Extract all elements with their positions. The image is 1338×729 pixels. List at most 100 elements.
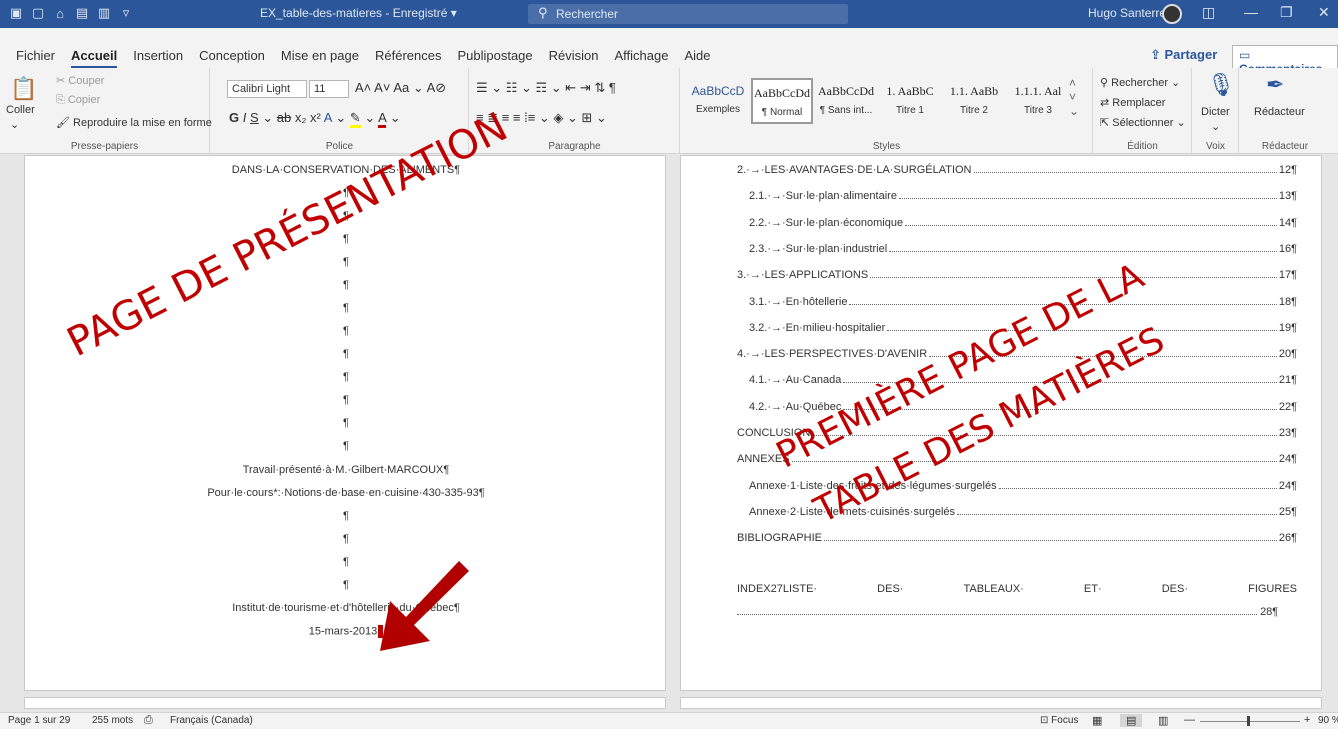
copy-button[interactable]: ⎘ Copier: [56, 94, 100, 107]
toc-last-line-word: INDEX27LISTE·: [737, 583, 818, 595]
word-count[interactable]: 255 mots: [92, 715, 133, 726]
toc-entry[interactable]: 4.·→·LES·PERSPECTIVES·D'AVENIR 20¶: [737, 348, 1297, 360]
toc-entry[interactable]: 2.2.·→·Sur·le·plan·économique 14¶: [749, 217, 1297, 229]
close-icon[interactable]: ✕: [1318, 4, 1330, 21]
tab-insertion[interactable]: Insertion: [125, 48, 191, 63]
toc-entry[interactable]: 3.·→·LES·APPLICATIONS 17¶: [737, 269, 1297, 281]
style-card[interactable]: 1.1.1. Aal Titre 3: [1007, 78, 1069, 124]
tab-révision[interactable]: Révision: [541, 48, 607, 63]
toc-leader: [957, 506, 1277, 515]
web-layout-icon[interactable]: ▥: [1158, 714, 1168, 727]
focus-label: Focus: [1051, 715, 1079, 726]
minimize-icon[interactable]: —: [1244, 4, 1258, 20]
tab-aide[interactable]: Aide: [676, 48, 718, 63]
toc-entry[interactable]: Annexe·2·Liste·de·mets·cuisinés·surgelés…: [749, 506, 1297, 518]
toc-entry[interactable]: ANNEXES 24¶: [737, 453, 1297, 465]
page-right[interactable]: 2.·→·LES·AVANTAGES·DE·LA·SURGÉLATION 12¶ 2…: [680, 155, 1322, 691]
dictate-dropdown-icon[interactable]: ⌄: [1211, 120, 1220, 133]
editor-button[interactable]: Rédacteur: [1254, 106, 1305, 118]
paragraph-mark: ¶: [343, 556, 349, 568]
style-card[interactable]: AaBbCcD Exemples: [687, 78, 749, 124]
toc-entry[interactable]: 4.2.·→·Au·Québec 22¶: [749, 401, 1297, 413]
paste-dropdown-icon[interactable]: ⌄: [10, 118, 19, 131]
zoom-level[interactable]: 90 %: [1318, 715, 1338, 726]
read-mode-icon[interactable]: ▦: [1092, 714, 1102, 727]
zoom-out-button[interactable]: —: [1184, 714, 1195, 726]
toc-entry[interactable]: 3.2.·→·En·milieu·hospitalier 19¶: [749, 322, 1297, 334]
autosave-icon[interactable]: ▣: [8, 5, 24, 21]
style-card[interactable]: AaBbCcDd ¶ Sans int...: [815, 78, 877, 124]
style-name: Titre 1: [896, 105, 924, 116]
open-icon[interactable]: ⌂: [52, 5, 68, 21]
tab-conception[interactable]: Conception: [191, 48, 273, 63]
page-next-left[interactable]: [24, 697, 666, 709]
print-layout-icon[interactable]: ▤: [1120, 714, 1143, 727]
style-card[interactable]: 1. AaBbC Titre 1: [879, 78, 941, 124]
format-painter-label: Reproduire la mise en forme: [73, 117, 212, 129]
page-count[interactable]: Page 1 sur 29: [8, 715, 70, 726]
replace-label: Remplacer: [1112, 97, 1166, 109]
font-size-select[interactable]: 11: [309, 80, 349, 98]
toc-entry-text: 2.2.·→·Sur·le·plan·économique: [749, 216, 904, 229]
save-icon[interactable]: ▤: [74, 5, 90, 21]
paragraph-mark: ¶: [343, 187, 349, 199]
tab-mise-en-page[interactable]: Mise en page: [273, 48, 367, 63]
document-area[interactable]: DANS·LA·CONSERVATION·DES·ALIMENTS¶ ¶ ¶ ¶ ¶ ¶…: [0, 104, 1338, 709]
share-label: Partager: [1164, 47, 1218, 62]
toc-entry[interactable]: Annexe·1·Liste·des·fruits·et·des·légumes…: [749, 480, 1297, 492]
avatar[interactable]: [1162, 4, 1182, 24]
language-label[interactable]: Français (Canada): [170, 715, 253, 726]
toc-entry[interactable]: 2.·→·LES·AVANTAGES·DE·LA·SURGÉLATION 12¶: [737, 164, 1297, 176]
proofing-icon[interactable]: ⎙: [144, 714, 153, 727]
maximize-icon[interactable]: ❐: [1280, 4, 1293, 21]
tab-fichier[interactable]: Fichier: [8, 48, 63, 63]
toc-entry[interactable]: 3.1.·→·En·hôtellerie 18¶: [749, 296, 1297, 308]
toc-entry[interactable]: 2.1.·→·Sur·le·plan·alimentaire 13¶: [749, 190, 1297, 202]
style-card[interactable]: 1.1. AaBb Titre 2: [943, 78, 1005, 124]
tab-références[interactable]: Références: [367, 48, 449, 63]
customize-qat-icon[interactable]: ▿: [118, 5, 134, 21]
paste-button[interactable]: Coller: [6, 104, 35, 116]
font-format-toolbar[interactable]: G I S ⌄ ab x₂ x² A ⌄ ✎ ⌄ A ⌄: [229, 110, 401, 128]
toc-entry[interactable]: 4.1.·→·Au·Canada 21¶: [749, 374, 1297, 386]
toc-entry[interactable]: 2.3.·→·Sur·le·plan·industriel 16¶: [749, 243, 1297, 255]
focus-button[interactable]: ⊡ Focus: [1040, 715, 1078, 726]
zoom-in-button[interactable]: +: [1304, 714, 1310, 726]
cut-button[interactable]: ✂ Couper: [56, 74, 104, 87]
paste-icon[interactable]: 📋: [10, 76, 37, 102]
toc-entry-page: 24¶: [1278, 479, 1297, 492]
list-buttons[interactable]: ☰ ⌄ ☷ ⌄ ☶ ⌄ ⇤ ⇥ ⇅ ¶: [476, 80, 616, 96]
user-name[interactable]: Hugo Santerre: [1088, 6, 1166, 20]
title-line: DANS·LA·CONSERVATION·DES·ALIMENTS¶: [231, 164, 461, 176]
dictate-button[interactable]: Dicter: [1201, 106, 1230, 118]
tab-publipostage[interactable]: Publipostage: [449, 48, 540, 63]
replace-button[interactable]: ⇄ Remplacer: [1100, 96, 1165, 109]
font-name-select[interactable]: Calibri Light: [227, 80, 307, 98]
microphone-icon[interactable]: 🎙: [1207, 72, 1235, 98]
alignment-buttons[interactable]: ≡ ≣ ≡ ≡ ⁞≡ ⌄ ◈ ⌄ ⊞ ⌄: [476, 110, 607, 126]
find-button[interactable]: ⚲ Rechercher ⌄: [1100, 76, 1180, 89]
format-painter-button[interactable]: 🖌 Reproduire la mise en forme: [56, 116, 212, 129]
style-card[interactable]: AaBbCcDd ¶ Normal: [751, 78, 813, 124]
styles-scroll-icon[interactable]: ˄ ˅ ⌄: [1069, 76, 1079, 118]
toc-entry-page: 14¶: [1278, 216, 1297, 229]
print-preview-icon[interactable]: ▥: [96, 5, 112, 21]
zoom-slider-thumb[interactable]: [1247, 716, 1250, 726]
editor-pen-icon[interactable]: ✒: [1266, 72, 1284, 98]
search-box[interactable]: ⚲ Rechercher: [528, 4, 848, 24]
page-left[interactable]: DANS·LA·CONSERVATION·DES·ALIMENTS¶ ¶ ¶ ¶ ¶ ¶…: [24, 155, 666, 691]
page-next-right[interactable]: [680, 697, 1322, 709]
zoom-slider[interactable]: [1200, 721, 1300, 722]
new-doc-icon[interactable]: ▢: [30, 5, 46, 21]
ribbon-display-icon[interactable]: ◫: [1202, 4, 1215, 21]
tab-accueil[interactable]: Accueil: [63, 48, 125, 68]
quick-access-toolbar: ▣ ▢ ⌂ ▤ ▥ ▿: [8, 5, 134, 21]
share-button[interactable]: ⇪ Partager: [1150, 47, 1217, 63]
tab-affichage[interactable]: Affichage: [607, 48, 677, 63]
editor-group: ✒ Rédacteur Rédacteur: [1240, 68, 1330, 154]
toc-entry[interactable]: CONCLUSION 23¶: [737, 427, 1297, 439]
document-title[interactable]: EX_table-des-matieres - Enregistré ▾: [260, 6, 457, 20]
select-button[interactable]: ⇱ Sélectionner ⌄: [1100, 116, 1186, 129]
toc-entry[interactable]: BIBLIOGRAPHIE 26¶: [737, 532, 1297, 544]
grow-font-icon[interactable]: A˄ A˅ Aa ⌄ A⊘: [355, 80, 446, 96]
